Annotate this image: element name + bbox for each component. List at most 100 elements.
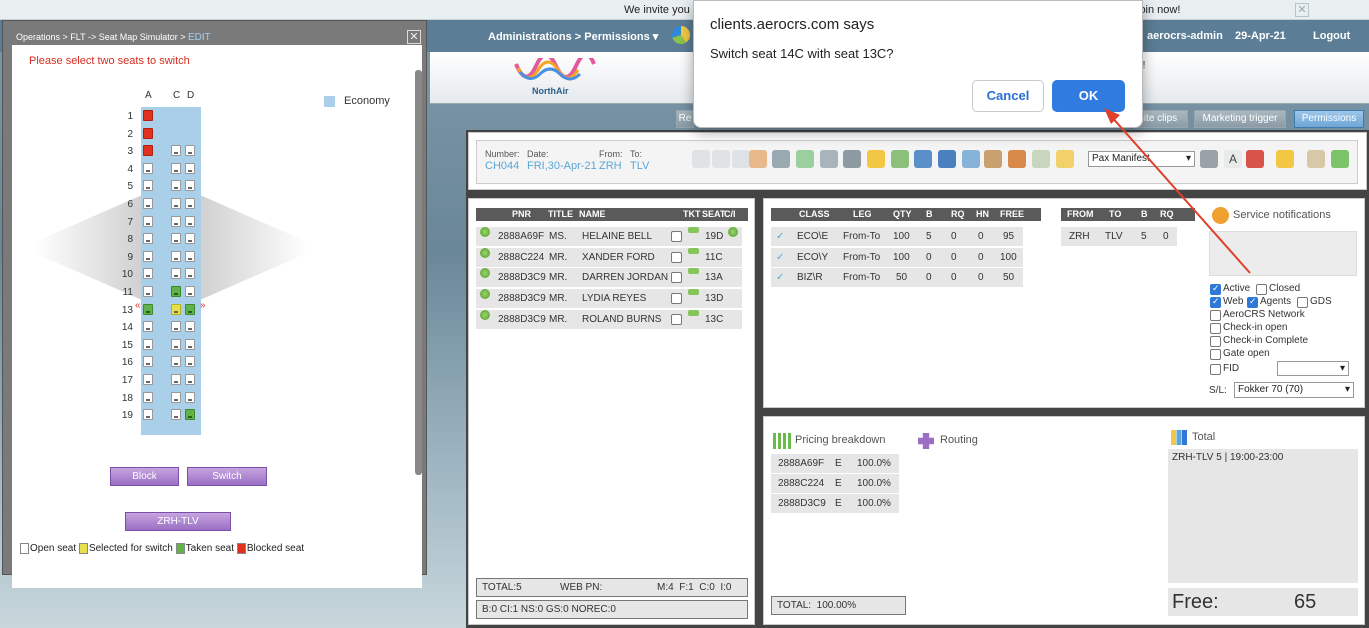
seat-13A[interactable] (143, 303, 153, 315)
seat-16C[interactable] (171, 356, 181, 368)
table-row[interactable]: 2888C224 E 100.0% (771, 474, 899, 493)
seat-6D[interactable] (185, 198, 195, 209)
table-row[interactable]: ✓ BIZ\R From-To 50 0 0 0 50 (771, 268, 1023, 287)
seat-16A[interactable] (143, 356, 153, 368)
plane-icon[interactable] (692, 150, 710, 168)
closed-checkbox[interactable] (1256, 284, 1267, 295)
pencil-icon[interactable] (867, 150, 885, 168)
person-icon[interactable] (749, 150, 767, 168)
gate-open-checkbox[interactable] (1210, 349, 1221, 360)
fid-checkbox[interactable] (1210, 364, 1221, 375)
seat-7D[interactable] (185, 215, 195, 227)
seat-17C[interactable] (171, 374, 181, 385)
seat-18A[interactable] (143, 391, 153, 403)
chart-pie-icon[interactable] (672, 26, 690, 44)
scrollbar[interactable] (415, 70, 422, 475)
seat-13C[interactable] (171, 303, 181, 315)
seat-11D[interactable] (185, 286, 195, 297)
seat-8C[interactable] (171, 233, 181, 245)
seat-15D[interactable] (185, 338, 195, 350)
group-icon[interactable] (914, 150, 932, 168)
seat-11C[interactable] (171, 286, 181, 297)
seat-18D[interactable] (185, 391, 195, 403)
table-row[interactable]: 2888A69F E 100.0% (771, 454, 899, 473)
seat-4C[interactable] (171, 162, 181, 174)
row-seat[interactable]: 13D (705, 289, 723, 308)
seat-17D[interactable] (185, 374, 195, 385)
seat-19A[interactable] (143, 409, 153, 421)
seat-9D[interactable] (185, 250, 195, 262)
block-button[interactable]: Block (110, 467, 179, 486)
clipboard-icon[interactable] (1307, 150, 1325, 168)
tab-re[interactable]: Re (676, 110, 694, 128)
seat-6A[interactable] (143, 198, 153, 209)
aerocrs-network-checkbox[interactable] (1210, 310, 1221, 321)
user-edit-icon[interactable] (938, 150, 956, 168)
agents-checkbox[interactable] (1247, 296, 1258, 308)
seat-7C[interactable] (171, 215, 181, 227)
seat-7A[interactable] (143, 215, 153, 227)
route-button[interactable]: ZRH-TLV (125, 512, 231, 531)
seat-11A[interactable] (143, 286, 153, 297)
checklist-icon[interactable] (1032, 150, 1050, 168)
seat-3D[interactable] (185, 145, 195, 157)
active-checkbox[interactable] (1210, 283, 1221, 295)
note-icon[interactable] (1056, 150, 1074, 168)
checkin-complete-checkbox[interactable] (1210, 336, 1221, 347)
row-seat[interactable]: 13C (705, 310, 723, 329)
flight-number[interactable]: CH044 (485, 160, 519, 172)
checkin-open-checkbox[interactable] (1210, 323, 1221, 334)
seat-10D[interactable] (185, 268, 195, 280)
plane-icon[interactable] (712, 150, 730, 168)
aircraft-select[interactable]: Fokker 70 (70) ▾ (1234, 382, 1354, 398)
ticket-checkbox[interactable] (671, 252, 682, 263)
table-row[interactable]: 2888D3C9 MR. ROLAND BURNS 13C (476, 310, 742, 329)
table-row[interactable]: ✓ ECO\E From-To 100 5 0 0 95 (771, 227, 1023, 246)
row-seat[interactable]: 13A (705, 268, 723, 287)
gds-checkbox[interactable] (1297, 297, 1308, 308)
seat-5A[interactable] (143, 180, 153, 192)
seat-5C[interactable] (171, 180, 181, 192)
stack-icon[interactable] (843, 150, 861, 168)
seat-6C[interactable] (171, 198, 181, 209)
table-row[interactable]: 2888D3C9 MR. LYDIA REYES 13D (476, 289, 742, 308)
seat-1A[interactable] (143, 110, 153, 121)
banner-close-icon[interactable]: ✕ (1295, 3, 1309, 17)
seat-14C[interactable] (171, 321, 181, 333)
seat-4A[interactable] (143, 162, 153, 174)
handshake-icon[interactable] (1008, 150, 1026, 168)
list-add-icon[interactable] (772, 150, 790, 168)
seat-8A[interactable] (143, 233, 153, 245)
plane-icon[interactable] (732, 150, 750, 168)
ticket-checkbox[interactable] (671, 231, 682, 242)
seat-15C[interactable] (171, 338, 181, 350)
seat-17A[interactable] (143, 374, 153, 385)
row-seat[interactable]: 11C (705, 248, 723, 267)
ticket-checkbox[interactable] (671, 314, 682, 325)
ticket-checkbox[interactable] (671, 293, 682, 304)
user-name[interactable]: aerocrs-admin (1147, 30, 1223, 42)
table-row[interactable]: 2888A69F MS. HELAINE BELL 19D (476, 227, 742, 246)
seat-8D[interactable] (185, 233, 195, 245)
table-row[interactable]: 2888C224 MR. XANDER FORD 11C (476, 248, 742, 267)
seat-4D[interactable] (185, 162, 195, 174)
seat-19D[interactable] (185, 409, 195, 421)
ticket-checkbox[interactable] (671, 272, 682, 283)
seat-2A[interactable] (143, 127, 153, 139)
admin-menu[interactable]: Administrations > Permissions ▾ (488, 30, 658, 43)
bar-chart-icon[interactable] (820, 150, 838, 168)
seat-3A[interactable] (143, 145, 153, 157)
fid-select[interactable]: ▾ (1277, 361, 1349, 376)
edit-list-icon[interactable] (796, 150, 814, 168)
seat-10C[interactable] (171, 268, 181, 280)
tab-permissions[interactable]: Permissions (1294, 110, 1364, 128)
seat-18C[interactable] (171, 391, 181, 403)
document-icon[interactable] (891, 150, 909, 168)
email-icon[interactable] (1276, 150, 1294, 168)
seat-16D[interactable] (185, 356, 195, 368)
row-seat[interactable]: 19D (705, 227, 723, 246)
table-row[interactable]: ✓ ECO\Y From-To 100 0 0 0 100 (771, 248, 1023, 267)
seat-19C[interactable] (171, 409, 181, 421)
logout-link[interactable]: Logout (1313, 30, 1350, 42)
seat-14A[interactable] (143, 321, 153, 333)
